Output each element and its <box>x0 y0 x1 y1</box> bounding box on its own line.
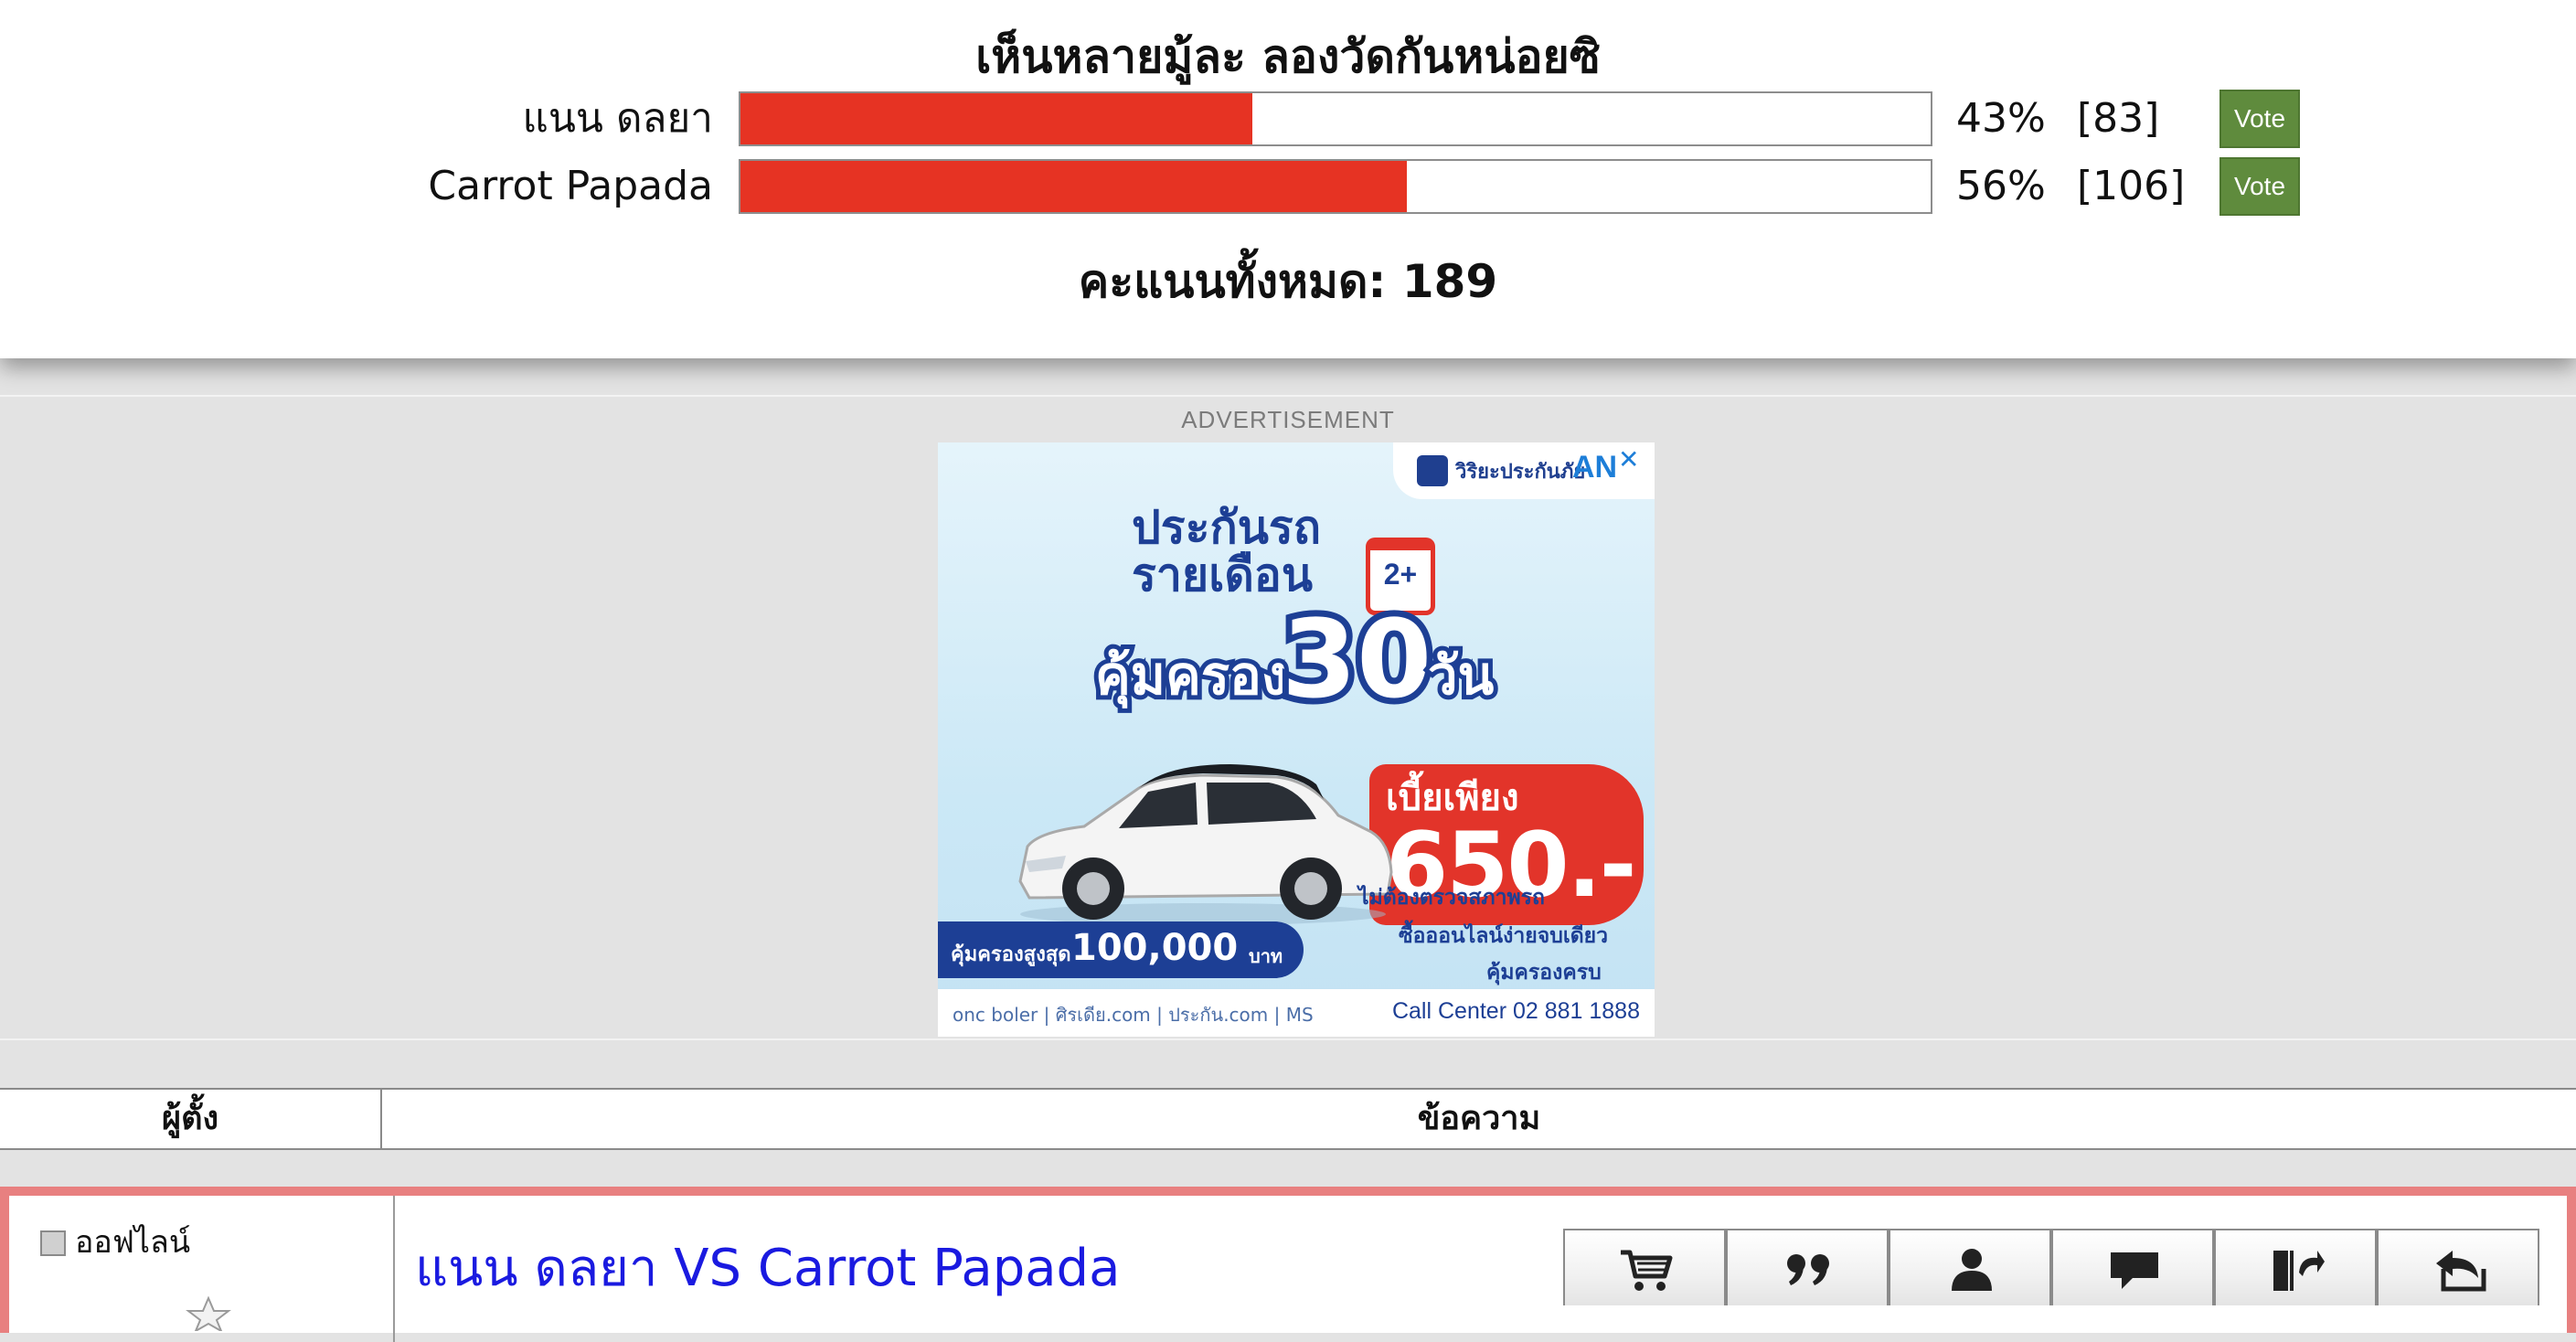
poll-bar-track <box>739 159 1932 214</box>
cart-button[interactable] <box>1563 1229 1726 1305</box>
exit-button[interactable] <box>2214 1229 2377 1305</box>
post-title[interactable]: แนน ดลยา VS Carrot Papada <box>415 1227 1120 1308</box>
ad-section: ADVERTISEMENT วิริยะประกันภัย AN ✕ ประกั… <box>0 358 2576 1040</box>
poll-option-percent: 56% <box>1956 163 2046 209</box>
ad-brand: วิริยะประกันภัย <box>1455 461 1586 484</box>
rank-star-icon <box>186 1295 231 1331</box>
poll-option-count: [106] <box>2077 163 2186 209</box>
poll-option-label: Carrot Papada <box>428 163 713 209</box>
poll-bar-track <box>739 91 1932 146</box>
ad-coverage-label: คุ้มครอง <box>1091 640 1292 711</box>
poll-option-label: แนน ดลยา <box>522 95 713 142</box>
vote-button[interactable]: Vote <box>2219 157 2300 216</box>
ad-headline-line2: รายเดือน <box>1132 549 1313 602</box>
message-icon <box>2111 1252 2158 1289</box>
ad-note: คุ้มครองครบ <box>1486 961 1602 985</box>
reply-button[interactable] <box>2377 1229 2539 1305</box>
ad-banner[interactable]: วิริยะประกันภัย AN ✕ ประกันรถ รายเดือน 2… <box>938 442 1655 1037</box>
ad-coverage-days: 30 <box>1275 590 1438 729</box>
column-header-message: ข้อความ <box>1417 1100 1541 1137</box>
post-author-column: ออฟไลน์ <box>9 1196 395 1342</box>
ad-max-coverage-unit: บาท <box>1249 945 1283 967</box>
ad-max-coverage-label: คุ้มครองสูงสุด <box>951 943 1071 966</box>
ad-close-icon[interactable]: ✕ <box>1618 444 1639 474</box>
poll-option-count: [83] <box>2077 95 2160 142</box>
poll-option-1: แนน ดลยา 43% [83] Vote <box>0 90 2576 148</box>
poll-panel: เห็นหลายมู้ละ ลองวัดกันหน่อยซิ แนน ดลยา … <box>0 0 2576 358</box>
insurer-logo-icon <box>1417 455 1448 486</box>
ad-logo-area: วิริยะประกันภัย AN ✕ <box>1393 442 1655 499</box>
divider <box>0 1038 2576 1040</box>
cart-icon <box>1621 1250 1673 1291</box>
reply-icon <box>2436 1251 2486 1292</box>
ad-footer: onc boler | ศิรเดีย.com | ประกัน.com | M… <box>938 989 1655 1037</box>
ad-call-center: Call Center 02 881 1888 <box>1391 998 1640 1024</box>
poll-title: เห็นหลายมู้ละ ลองวัดกันหน่อยซิ <box>975 30 1601 83</box>
ad-max-coverage-bar: คุ้มครองสูงสุด 100,000 บาท <box>938 921 1304 978</box>
quote-icon <box>1787 1254 1829 1285</box>
ad-note: ไม่ต้องตรวจสภาพรถ <box>1358 886 1545 910</box>
ad-label: ADVERTISEMENT <box>1181 406 1395 433</box>
ad-brand-short: AN <box>1572 450 1618 485</box>
poll-total-votes: คะแนนทั้งหมด: 189 <box>1078 255 1498 308</box>
poll-option-percent: 43% <box>1956 95 2046 142</box>
ad-note: ซื้อออนไลน์ง่ายจบเดียว <box>1399 924 1609 948</box>
profile-icon <box>1952 1249 1992 1291</box>
author-status: ออฟไลน์ <box>75 1224 191 1261</box>
poll-bar-fill <box>740 93 1252 144</box>
ad-max-coverage-value: 100,000 <box>1071 927 1239 969</box>
table-header: ผู้ตั้ง ข้อความ <box>0 1088 2576 1150</box>
divider <box>0 395 2576 397</box>
exit-icon <box>2273 1251 2325 1291</box>
ad-headline-line1: ประกันรถ <box>1132 501 1322 554</box>
ad-partners: onc boler | ศิรเดีย.com | ประกัน.com | M… <box>953 1004 1314 1026</box>
car-image-icon <box>1018 764 1393 925</box>
offline-status-icon <box>40 1230 66 1256</box>
message-button[interactable] <box>2051 1229 2214 1305</box>
quote-button[interactable] <box>1726 1229 1889 1305</box>
post: ออฟไลน์ แนน ดลยา VS Carrot Papada <box>0 1187 2576 1342</box>
profile-button[interactable] <box>1889 1229 2051 1305</box>
column-header-author: ผู้ตั้ง <box>0 1090 382 1148</box>
ad-coverage-unit: วัน <box>1423 640 1498 711</box>
poll-bar-fill <box>740 161 1408 212</box>
vote-button[interactable]: Vote <box>2219 90 2300 148</box>
poll-option-2: Carrot Papada 56% [106] Vote <box>0 157 2576 216</box>
